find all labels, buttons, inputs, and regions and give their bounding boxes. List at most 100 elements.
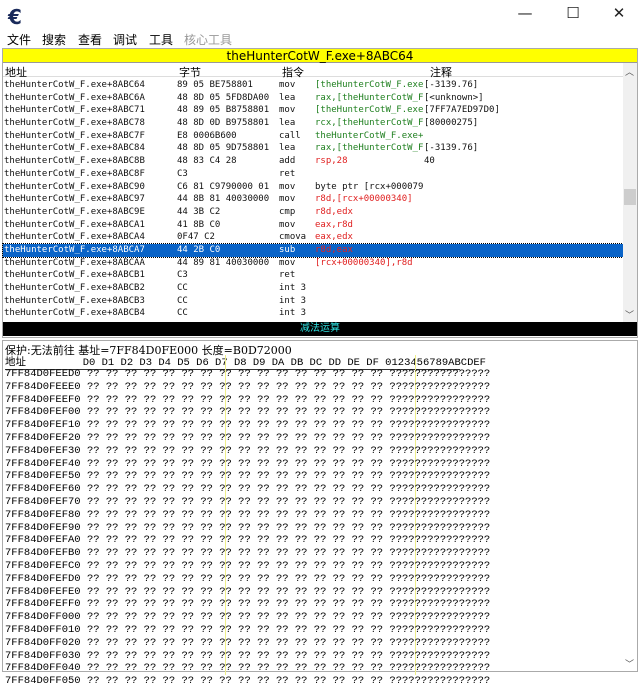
disasm-row[interactable]: theHunterCotW_F.exe+8ABC6A 48 8D 05 5FD8D… [3,92,625,105]
disasm-row[interactable]: theHunterCotW_F.exe+8ABCB3 CC int 3 [3,295,625,308]
disasm-row[interactable]: theHunterCotW_F.exe+8ABC97 44 8B 81 40030… [3,193,625,206]
disasm-row[interactable]: theHunterCotW_F.exe+8ABC8F C3 ret [3,168,625,181]
hex-row[interactable]: 7FF84D0FEFD0 ?? ?? ?? ?? ?? ?? ?? ?? ?? … [5,573,490,586]
hex-ascii: ???????????????? [389,611,491,624]
column-comment[interactable]: 注释 [430,64,452,80]
hex-row[interactable]: 7FF84D0FEF50 ?? ?? ?? ?? ?? ?? ?? ?? ?? … [5,470,490,483]
scroll-down-icon[interactable]: ﹀ [625,308,634,321]
disasm-row[interactable]: theHunterCotW_F.exe+8ABC84 48 8D 05 9D758… [3,142,625,155]
disasm-row[interactable]: theHunterCotW_F.exe+8ABCAA 44 89 81 40030… [3,257,625,270]
scroll-down-icon[interactable]: ﹀ [625,657,634,670]
menu-view[interactable]: 查看 [78,31,102,48]
disasm-row[interactable]: theHunterCotW_F.exe+8ABC78 48 8D 0D B9758… [3,117,625,130]
hex-row[interactable]: 7FF84D0FEFE0 ?? ?? ?? ?? ?? ?? ?? ?? ?? … [5,586,490,599]
hex-row[interactable]: 7FF84D0FF000 ?? ?? ?? ?? ?? ?? ?? ?? ?? … [5,611,490,624]
hex-ascii: ???????????????? [389,496,491,508]
column-address[interactable]: 地址 [5,64,27,80]
hex-bytes: ?? ?? ?? ?? ?? ?? ?? ?? ?? ?? ?? ?? ?? ?… [86,380,384,393]
hex-row[interactable]: 7FF84D0FF010 ?? ?? ?? ?? ?? ?? ?? ?? ?? … [5,624,490,637]
hex-address: 7FF84D0FF030 [5,649,81,662]
hex-row[interactable]: 7FF84D0FEF00 ?? ?? ?? ?? ?? ?? ?? ?? ?? … [5,406,490,419]
row-operands: r8d,[rcx+00000340] [315,194,413,205]
disasm-row[interactable]: theHunterCotW_F.exe+8ABCB4 CC int 3 [3,307,625,320]
disasm-row[interactable]: theHunterCotW_F.exe+8ABC71 48 89 05 B8758… [3,104,625,117]
disasm-row[interactable]: theHunterCotW_F.exe+8ABC9E 44 3B C2 cmp r8d… [3,206,625,219]
menu-debug[interactable]: 调试 [113,31,137,48]
row-address: theHunterCotW_F.exe+8ABC8F [4,168,145,179]
menu-tools[interactable]: 工具 [149,31,173,48]
disasm-row[interactable]: theHunterCotW_F.exe+8ABC7F E8 0006B600 cal… [3,130,625,143]
row-bytes: 48 8D 0D B9758801 [177,118,270,129]
disasm-row[interactable]: theHunterCotW_F.exe+8ABCA1 41 8B C0 mov eax… [3,219,625,232]
hex-ascii: ???????????????? [389,432,491,444]
disasm-row[interactable]: theHunterCotW_F.exe+8ABCA7 44 2B C0 sub r8d… [2,242,626,258]
row-bytes: C6 81 C9790000 01 [177,181,270,192]
hex-row[interactable]: 7FF84D0FEF90 ?? ?? ?? ?? ?? ?? ?? ?? ?? … [5,522,490,535]
menu-search[interactable]: 搜索 [42,31,66,48]
hex-row[interactable]: 7FF84D0FEEF0 ?? ?? ?? ?? ?? ?? ?? ?? ?? … [5,394,490,407]
hex-row[interactable]: 7FF84D0FEF70 ?? ?? ?? ?? ?? ?? ?? ?? ?? … [5,496,490,509]
hex-ascii: ???????????????? [389,585,491,598]
row-address: theHunterCotW_F.exe+8ABCA7 [4,244,145,255]
row-bytes: 41 8B C0 [177,219,221,230]
menu-file[interactable]: 文件 [7,31,31,48]
hex-bytes: ?? ?? ?? ?? ?? ?? ?? ?? ?? ?? ?? ?? ?? ?… [86,470,384,483]
hex-ascii: ???????????????? [389,368,491,380]
hex-address: 7FF84D0FEFE0 [5,585,81,598]
disasm-row[interactable]: theHunterCotW_F.exe+8ABCA4 0F47 C2 cmova ea… [3,231,625,244]
hex-ascii: ???????????????? [389,521,491,534]
row-address: theHunterCotW_F.exe+8ABC71 [4,105,145,116]
row-address: theHunterCotW_F.exe+8ABC78 [4,118,145,129]
row-comment: [-3139.76] [424,80,479,90]
hex-row[interactable]: 7FF84D0FEF60 ?? ?? ?? ?? ?? ?? ?? ?? ?? … [5,483,490,496]
row-operands: rsp,28 [315,156,348,167]
hex-bytes: ?? ?? ?? ?? ?? ?? ?? ?? ?? ?? ?? ?? ?? ?… [86,675,384,688]
disasm-row[interactable]: theHunterCotW_F.exe+8ABCB1 C3 ret [3,269,625,282]
row-bytes: C3 [177,168,188,179]
disassembler-title: theHunterCotW_F.exe+8ABC64 [3,49,637,63]
column-bytes[interactable]: 字节 [179,64,201,80]
hex-row[interactable]: 7FF84D0FEF80 ?? ?? ?? ?? ?? ?? ?? ?? ?? … [5,509,490,522]
hex-ascii: ???????????????? [389,675,491,688]
menu-kernel-tools[interactable]: 核心工具 [184,31,232,48]
disassembly-list[interactable]: theHunterCotW_F.exe+8ABC64 89 05 BE758801… [2,79,626,320]
hex-row[interactable]: 7FF84D0FEFA0 ?? ?? ?? ?? ?? ?? ?? ?? ?? … [5,534,490,547]
close-button[interactable]: ✕ [604,4,634,26]
hex-row[interactable]: 7FF84D0FF020 ?? ?? ?? ?? ?? ?? ?? ?? ?? … [5,637,490,650]
row-opcode: ret [279,168,296,179]
hex-row[interactable]: 7FF84D0FF040 ?? ?? ?? ?? ?? ?? ?? ?? ?? … [5,662,490,675]
maximize-button[interactable]: ☐ [558,4,588,26]
hex-address: 7FF84D0FF010 [5,624,81,636]
hex-row[interactable]: 7FF84D0FEF40 ?? ?? ?? ?? ?? ?? ?? ?? ?? … [5,458,490,471]
hex-row[interactable]: 7FF84D0FEFB0 ?? ?? ?? ?? ?? ?? ?? ?? ?? … [5,547,490,560]
hex-row[interactable]: 7FF84D0FF050 ?? ?? ?? ?? ?? ?? ?? ?? ?? … [5,675,490,688]
hex-row[interactable]: 7FF84D0FEF20 ?? ?? ?? ?? ?? ?? ?? ?? ?? … [5,432,490,445]
disasm-row[interactable]: theHunterCotW_F.exe+8ABC64 89 05 BE758801… [3,79,625,92]
hex-bytes: ?? ?? ?? ?? ?? ?? ?? ?? ?? ?? ?? ?? ?? ?… [86,521,384,534]
scrollbar-thumb[interactable] [624,189,636,205]
column-opcode[interactable]: 指令 [282,64,304,80]
hex-row[interactable]: 7FF84D0FEEE0 ?? ?? ?? ?? ?? ?? ?? ?? ?? … [5,381,490,394]
disasm-row[interactable]: theHunterCotW_F.exe+8ABCB2 CC int 3 [3,282,625,295]
row-opcode: cmp [279,206,296,217]
minimize-button[interactable]: — [510,4,540,26]
hex-address: 7FF84D0FEED0 [5,368,81,380]
row-bytes: CC [177,295,188,306]
instruction-description: 减法运算 [3,322,637,336]
hex-row[interactable]: 7FF84D0FF030 ?? ?? ?? ?? ?? ?? ?? ?? ?? … [5,650,490,663]
hex-view-panel[interactable]: 保护:无法前往 基址=7FF84D0FE000 长度=B0D72000 地址 D… [2,340,638,687]
hex-ascii: ???????????????? [389,662,491,675]
row-opcode: int 3 [279,283,307,293]
hex-row[interactable]: 7FF84D0FEED0 ?? ?? ?? ?? ?? ?? ?? ?? ?? … [5,368,490,381]
hex-row[interactable]: 7FF84D0FEF30 ?? ?? ?? ?? ?? ?? ?? ?? ?? … [5,445,490,458]
hex-address: 7FF84D0FF000 [5,611,81,624]
hex-ascii: ???????????????? [389,624,491,636]
hex-row[interactable]: 7FF84D0FEFC0 ?? ?? ?? ?? ?? ?? ?? ?? ?? … [5,560,490,573]
hex-row[interactable]: 7FF84D0FEFF0 ?? ?? ?? ?? ?? ?? ?? ?? ?? … [5,598,490,611]
hex-row[interactable]: 7FF84D0FEF10 ?? ?? ?? ?? ?? ?? ?? ?? ?? … [5,419,490,432]
scroll-up-icon[interactable]: ︿ [625,65,634,78]
disasm-row[interactable]: theHunterCotW_F.exe+8ABC8B 48 83 C4 28 add… [3,155,625,168]
hex-ascii: ???????????????? [389,457,491,470]
disasm-row[interactable]: theHunterCotW_F.exe+8ABC90 C6 81 C9790000… [3,181,625,194]
disassembler-scrollbar[interactable]: ︿ ﹀ [623,63,637,323]
